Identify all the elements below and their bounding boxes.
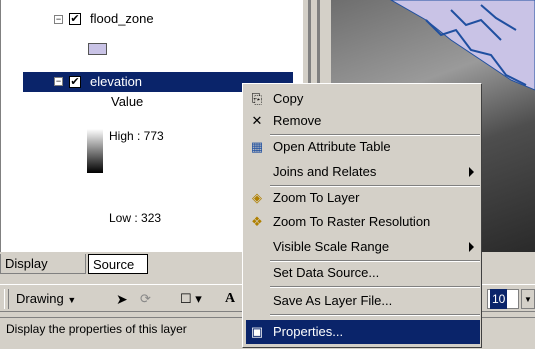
legend-low-label: Low : 323 [109, 211, 162, 225]
menu-item-copy[interactable]: ⎘ Copy [246, 87, 480, 111]
drawing-menu[interactable]: Drawing ▼ [16, 289, 76, 309]
menu-item-label: Zoom To Layer [273, 190, 360, 205]
flood-zone-checkbox[interactable]: ✔ [69, 13, 81, 25]
menu-item-open-attribute-table[interactable]: ▦ Open Attribute Table [246, 135, 480, 159]
menu-item-set-data-source[interactable]: Set Data Source... [246, 261, 480, 285]
select-arrow-icon[interactable]: ➤ [116, 289, 128, 309]
menu-item-label: Copy [273, 91, 304, 106]
submenu-arrow-icon [469, 242, 474, 252]
menu-item-label: Zoom To Raster Resolution [273, 214, 431, 229]
legend-high-label: High : 773 [109, 129, 164, 143]
chevron-down-icon: ▼ [67, 295, 77, 305]
text-tool-icon[interactable]: A [225, 289, 235, 309]
menu-item-label: Open Attribute Table [273, 139, 391, 154]
menu-item-label: Visible Scale Range [273, 239, 390, 254]
menu-item-zoom-to-layer[interactable]: ◈ Zoom To Layer [246, 186, 480, 210]
font-size-dropdown-button[interactable]: ▼ [521, 289, 535, 309]
properties-icon: ▣ [250, 324, 264, 339]
tab-source-label: Source [93, 257, 135, 272]
menu-separator [270, 314, 480, 316]
status-text: Display the properties of this layer [6, 322, 187, 336]
submenu-arrow-icon [469, 167, 474, 177]
menu-item-zoom-to-raster-resolution[interactable]: ❖ Zoom To Raster Resolution [246, 210, 480, 234]
drawing-menu-label: Drawing [16, 291, 64, 306]
flood-zone-expander[interactable]: − [54, 15, 63, 24]
legend-field-label: Value [111, 94, 144, 109]
menu-item-label: Properties... [273, 324, 344, 339]
font-size-select[interactable]: 10 [487, 289, 519, 309]
menu-item-joins-and-relates[interactable]: Joins and Relates [246, 160, 480, 184]
menu-separator [270, 286, 480, 288]
elevation-label[interactable]: elevation [90, 74, 142, 89]
tab-display-label: Display [5, 256, 48, 271]
rectangle-icon[interactable]: ☐ ▾ [180, 289, 202, 309]
copy-icon: ⎘ [251, 91, 263, 106]
elevation-expander[interactable]: − [54, 77, 63, 86]
elevation-checkbox[interactable]: ✔ [69, 76, 81, 88]
menu-item-label: Set Data Source... [273, 265, 380, 280]
font-size-value: 10 [490, 289, 508, 309]
remove-icon: ✕ [251, 113, 263, 128]
menu-item-label: Save As Layer File... [273, 293, 393, 308]
menu-item-label: Joins and Relates [273, 164, 377, 179]
flood-zone-polygon [389, 0, 535, 91]
zoom-raster-icon: ❖ [251, 214, 263, 229]
rotate-icon[interactable]: ⟳ [140, 289, 151, 309]
tab-display[interactable]: Display [0, 254, 86, 274]
menu-item-visible-scale-range[interactable]: Visible Scale Range [246, 235, 480, 259]
flood-zone-swatch [88, 43, 107, 55]
menu-item-properties[interactable]: ▣ Properties... [246, 320, 480, 344]
elevation-color-ramp [87, 129, 103, 173]
table-icon: ▦ [250, 139, 264, 154]
menu-item-save-as-layer-file[interactable]: Save As Layer File... [246, 289, 480, 313]
tab-source[interactable]: Source [88, 254, 148, 274]
menu-item-remove[interactable]: ✕ Remove [246, 109, 480, 133]
context-menu: ⎘ Copy ✕ Remove ▦ Open Attribute Table J… [242, 83, 482, 348]
toolbar-grip[interactable] [4, 289, 9, 309]
chevron-down-icon: ▼ [524, 295, 532, 304]
zoom-layer-icon: ◈ [252, 190, 262, 205]
menu-item-label: Remove [273, 113, 322, 128]
flood-zone-label[interactable]: flood_zone [90, 11, 154, 26]
